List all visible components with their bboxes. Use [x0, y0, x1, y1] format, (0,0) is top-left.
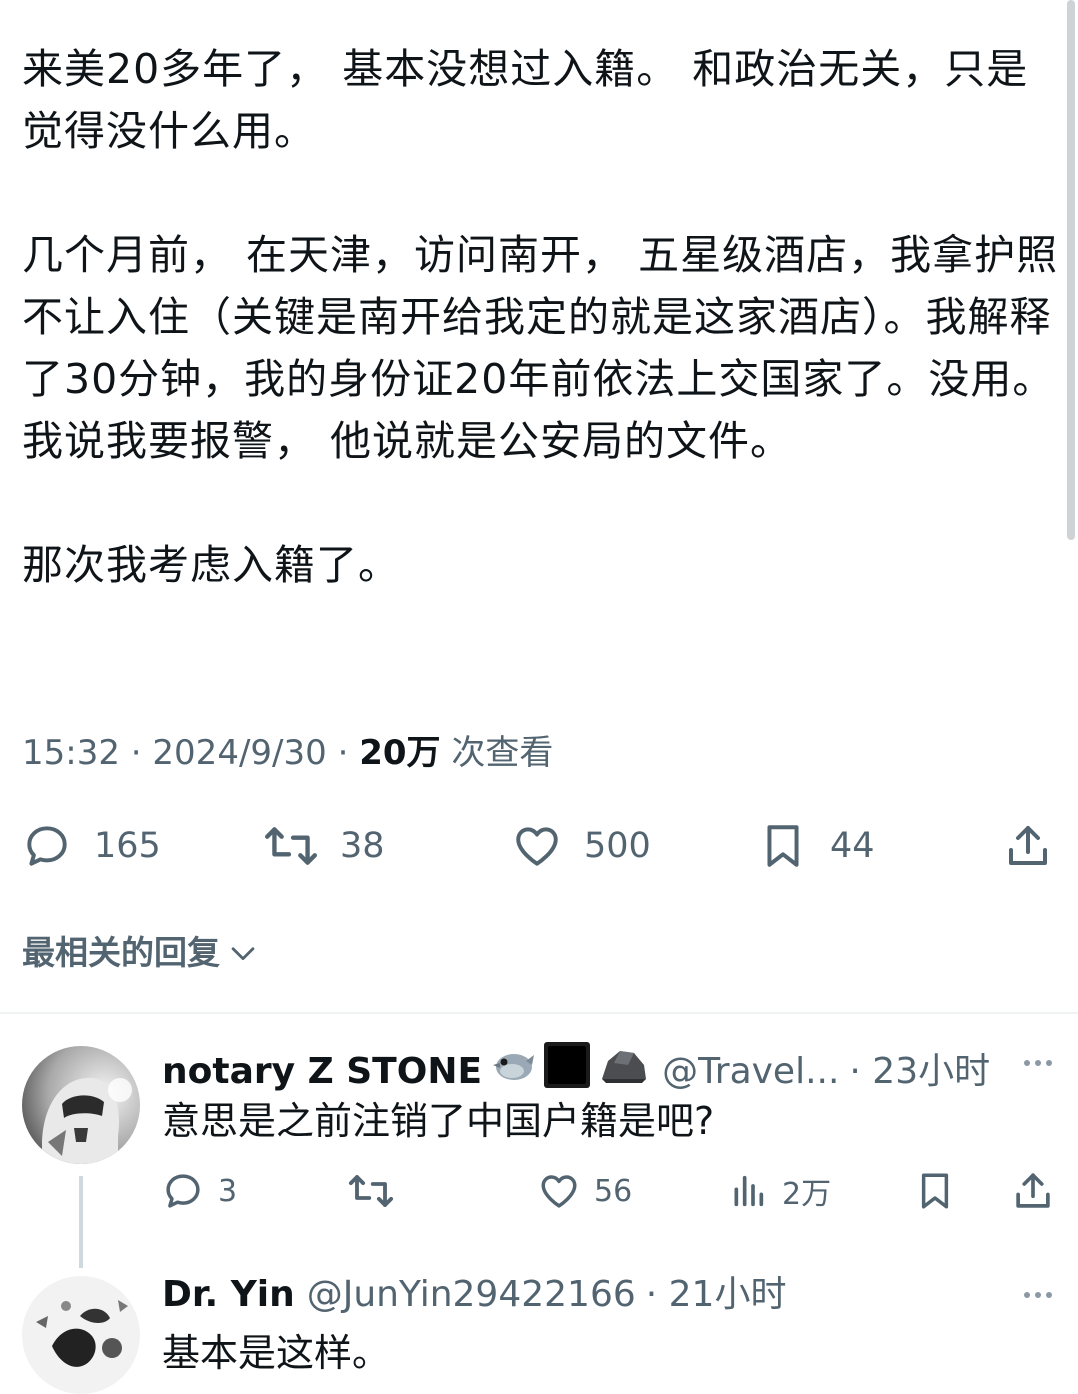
reply-header: Dr. Yin @JunYin29422166 · 21小时	[162, 1270, 786, 1320]
tweet-meta: 15:32 · 2024/9/30 · 20万 次查看	[22, 728, 553, 778]
tweet-action-bar: 165 38 500 44	[0, 816, 1078, 876]
meta-separator: ·	[337, 733, 349, 773]
heart-icon	[541, 1175, 577, 1208]
tweet-paragraph-1: 来美20多年了， 基本没想过入籍。 和政治无关，只是觉得没什么用。	[22, 45, 1029, 155]
retweet-button[interactable]	[346, 1166, 396, 1216]
divider	[0, 1012, 1078, 1014]
dot	[1035, 1292, 1041, 1298]
views-count: 2万	[782, 1177, 832, 1212]
tweet-paragraph-2: 几个月前， 在天津，访问南开， 五星级酒店，我拿护照不让入住（关键是南开给我定的…	[22, 231, 1059, 465]
reply-author-name[interactable]: Dr. Yin	[162, 1270, 295, 1320]
views-count: 20万	[359, 733, 441, 773]
tweet-time[interactable]: 15:32	[22, 733, 120, 773]
avatar[interactable]	[22, 1276, 140, 1394]
reply-time[interactable]: · 21小时	[646, 1270, 787, 1320]
bookmark-icon	[767, 825, 799, 867]
reply-text: 基本是这样。	[162, 1331, 391, 1375]
bookmark-icon	[921, 1173, 949, 1209]
reply-text: 意思是之前注销了中国户籍是吧?	[162, 1099, 715, 1143]
retweet-button[interactable]: 38	[262, 816, 385, 876]
dot	[1046, 1060, 1052, 1066]
retweet-icon	[265, 827, 317, 865]
bookmark-button[interactable]	[914, 1166, 956, 1216]
reply-icon	[27, 826, 67, 866]
stormtrooper-avatar-icon	[22, 1046, 140, 1164]
tweet-text: 来美20多年了， 基本没想过入籍。 和政治无关，只是觉得没什么用。 几个月前， …	[22, 38, 1062, 596]
dot	[1046, 1292, 1052, 1298]
tweet-date[interactable]: 2024/9/30	[152, 733, 326, 773]
avatar[interactable]	[22, 1046, 140, 1164]
share-button[interactable]	[1004, 816, 1052, 876]
reply-action-bar: 3 56 2万	[0, 1166, 1078, 1216]
bookmark-button[interactable]: 44	[758, 816, 875, 876]
bird-emoji-icon	[488, 1045, 536, 1099]
dot	[1024, 1292, 1030, 1298]
retweet-count: 38	[340, 826, 385, 866]
views-button[interactable]: 2万	[728, 1166, 831, 1216]
bookmark-count: 44	[830, 826, 875, 866]
replies-sort-label: 最相关的回复	[22, 933, 220, 972]
like-count: 500	[584, 826, 651, 866]
dot	[1024, 1060, 1030, 1066]
like-count: 56	[594, 1173, 633, 1209]
rock-emoji-icon	[598, 1043, 650, 1101]
meta-separator: ·	[130, 733, 142, 773]
reply-button[interactable]: 3	[162, 1166, 237, 1216]
reply-count: 3	[218, 1173, 238, 1209]
ink-art-avatar-icon	[22, 1276, 140, 1394]
more-options-button[interactable]	[1024, 1292, 1052, 1298]
chevron-down-icon	[231, 947, 255, 961]
reply-author-name[interactable]: notary Z STONE	[162, 1047, 482, 1097]
share-button[interactable]	[1012, 1166, 1054, 1216]
replies-sort-dropdown[interactable]: 最相关的回复	[22, 930, 260, 976]
more-options-button[interactable]	[1024, 1060, 1052, 1066]
views-label: 次查看	[451, 733, 554, 773]
share-icon	[1009, 826, 1047, 865]
dot	[1035, 1060, 1041, 1066]
tweet-paragraph-3: 那次我考虑入籍了。	[22, 541, 400, 589]
reply-icon	[166, 1174, 200, 1208]
scrollbar[interactable]	[1067, 0, 1075, 540]
bar-chart-icon	[734, 1175, 764, 1207]
reply-count: 165	[94, 826, 161, 866]
reply-author-handle[interactable]: @Travel...	[662, 1047, 839, 1097]
heart-icon	[516, 827, 558, 866]
like-button[interactable]: 56	[538, 1166, 632, 1216]
reply-author-handle[interactable]: @JunYin29422166	[307, 1270, 636, 1320]
like-button[interactable]: 500	[512, 816, 651, 876]
reply-time[interactable]: · 23小时	[849, 1047, 990, 1097]
reply-button[interactable]: 165	[22, 816, 161, 876]
share-icon	[1016, 1173, 1050, 1208]
retweet-icon	[348, 1175, 394, 1207]
